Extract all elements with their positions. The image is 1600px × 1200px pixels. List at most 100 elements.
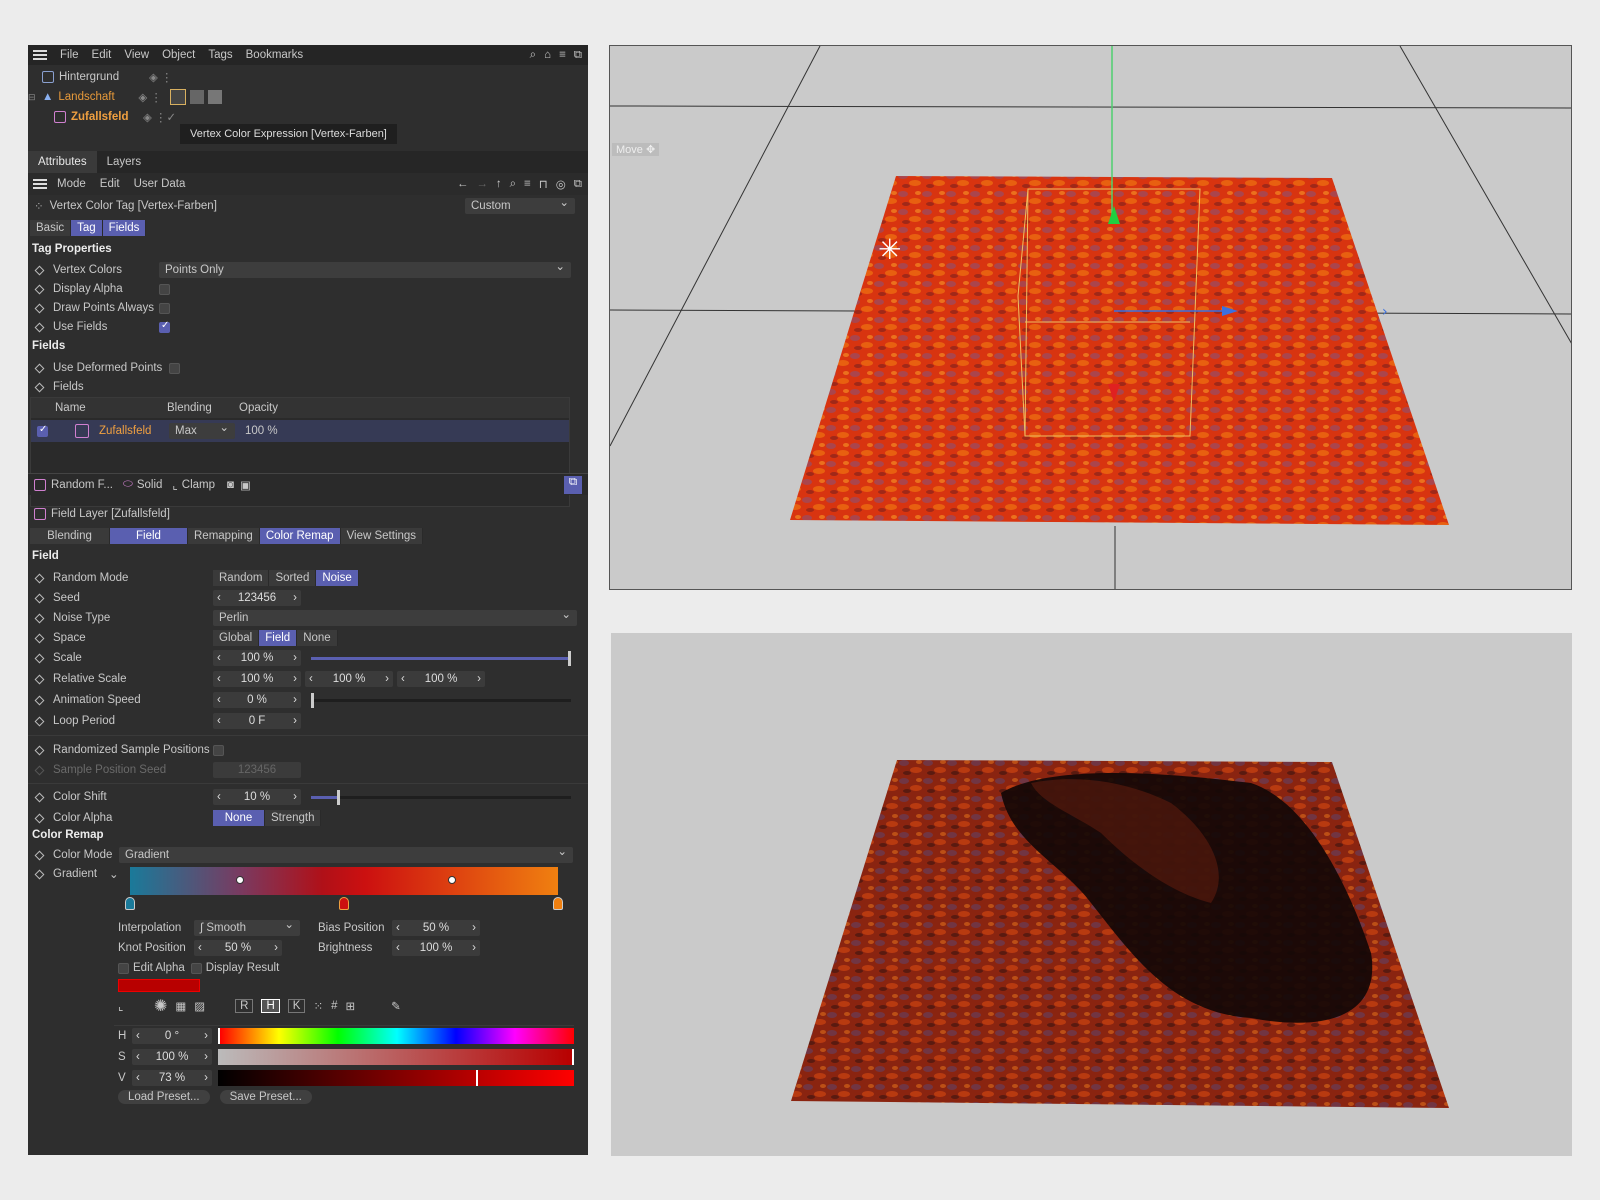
color-wheel-icon[interactable]: ✺ <box>154 996 167 1016</box>
hex-icon[interactable]: # <box>331 1000 337 1012</box>
slider-handle[interactable] <box>311 692 314 708</box>
menu-bookmarks[interactable]: Bookmarks <box>246 49 304 61</box>
keyframe-diamond-icon[interactable] <box>34 869 45 879</box>
kelvin-mode-button[interactable]: K <box>287 999 306 1013</box>
display-alpha-checkbox[interactable] <box>159 283 170 295</box>
image-icon[interactable]: ▨ <box>194 999 205 1013</box>
keyframe-diamond-icon[interactable] <box>34 284 45 294</box>
seed-input[interactable]: ‹ 123456 › <box>213 590 301 606</box>
blending-select[interactable]: Max <box>169 420 235 439</box>
tab-field[interactable]: Field <box>110 528 188 544</box>
eyedropper-icon[interactable]: ✎ <box>391 999 401 1013</box>
collapse-icon[interactable]: ⊟ <box>28 92 42 103</box>
tab-blending[interactable]: Blending <box>30 528 110 544</box>
keyframe-diamond-icon[interactable] <box>34 674 45 684</box>
viewport-editor[interactable]: › ✳ Move ✥ <box>609 45 1572 590</box>
preset-select[interactable]: Custom <box>465 195 575 214</box>
swatch-grid-icon[interactable]: ⁙ <box>313 999 323 1013</box>
saturation-input[interactable]: ‹ 100 % › <box>132 1049 212 1065</box>
edit-alpha-checkbox[interactable] <box>118 962 129 974</box>
layer-dots-icon[interactable]: ◈ ⋮ <box>149 70 173 84</box>
hue-slider[interactable] <box>218 1028 574 1044</box>
rel-scale-z[interactable]: ‹ 100 % › <box>397 671 485 687</box>
object-row-hintergrund[interactable]: Hintergrund ◈ ⋮ <box>28 67 588 87</box>
mode-noise[interactable]: Noise <box>316 570 359 586</box>
mode-sorted[interactable]: Sorted <box>269 570 317 586</box>
bias-input[interactable]: ‹ 50 % › <box>392 920 480 936</box>
keyframe-diamond-icon[interactable] <box>34 303 45 313</box>
gradient-knot-orange[interactable] <box>553 897 563 910</box>
bias-knot[interactable] <box>448 876 456 884</box>
home-icon[interactable]: ⌂ <box>544 49 551 61</box>
knot-input[interactable]: ‹ 50 % › <box>194 940 282 956</box>
slider-handle[interactable] <box>337 789 340 805</box>
field-name[interactable]: Zufallsfeld <box>99 425 151 437</box>
keyframe-diamond-icon[interactable] <box>34 792 45 802</box>
vertex-color-tag-icon[interactable] <box>169 89 186 105</box>
tab-remapping[interactable]: Remapping <box>188 528 260 544</box>
tab-basic[interactable]: Basic <box>30 220 72 236</box>
color-shift-input[interactable]: ‹ 10 % › <box>213 789 301 805</box>
layer-enable-checkbox[interactable] <box>37 424 48 437</box>
tab-layers[interactable]: Layers <box>97 151 152 173</box>
scale-slider[interactable] <box>311 650 571 666</box>
layer-dots-icon[interactable]: ◈ ⋮ <box>138 90 162 104</box>
mode-random[interactable]: Random <box>213 570 270 586</box>
menu-user-data[interactable]: User Data <box>134 178 186 190</box>
space-none[interactable]: None <box>297 630 338 646</box>
target-icon[interactable]: ◎ <box>556 177 566 191</box>
color-mode-select[interactable]: Gradient <box>119 844 573 863</box>
tab-fields[interactable]: Fields <box>102 220 147 236</box>
keyframe-diamond-icon[interactable] <box>34 382 45 392</box>
filter-icon[interactable]: ≡ <box>524 178 531 190</box>
search-icon[interactable]: ⌕ <box>510 178 516 191</box>
gradient-knot-red[interactable] <box>339 897 349 910</box>
move-tool-label[interactable]: Move ✥ <box>612 143 660 156</box>
object-name[interactable]: Landschaft <box>58 91 138 103</box>
search-icon[interactable]: ⌕ <box>530 49 536 62</box>
hsv-mode-button[interactable]: H <box>261 999 280 1013</box>
slider-handle[interactable] <box>476 1070 478 1086</box>
draw-points-checkbox[interactable] <box>159 302 170 314</box>
menu-view[interactable]: View <box>124 49 149 61</box>
load-preset-button[interactable]: Load Preset... <box>118 1090 210 1104</box>
folder-add-icon[interactable]: ▣ <box>240 478 251 492</box>
menu-object[interactable]: Object <box>162 49 195 61</box>
noise-type-select[interactable]: Perlin <box>213 607 577 626</box>
menu-tags[interactable]: Tags <box>208 49 232 61</box>
layer-dots-icon[interactable]: ◈ ⋮✓ <box>143 110 176 124</box>
keyframe-diamond-icon[interactable] <box>34 745 45 755</box>
attributes-menu-icon[interactable] <box>33 179 47 189</box>
landscape-mesh[interactable] <box>790 176 1449 525</box>
light-icon[interactable]: ✳ <box>878 233 901 266</box>
space-global[interactable]: Global <box>213 630 260 646</box>
keyframe-diamond-icon[interactable] <box>34 653 45 663</box>
opacity-value[interactable]: 100 % <box>245 425 278 437</box>
tab-tag[interactable]: Tag <box>71 220 103 236</box>
add-clamp-button[interactable]: Clamp <box>182 479 215 491</box>
scale-input[interactable]: ‹ 100 % › <box>213 650 301 666</box>
menu-edit[interactable]: Edit <box>92 49 112 61</box>
keyframe-diamond-icon[interactable] <box>34 573 45 583</box>
field-list-row[interactable]: Zufallsfeld Max 100 % <box>31 420 569 442</box>
menu-mode[interactable]: Mode <box>57 178 86 190</box>
tab-view-settings[interactable]: View Settings <box>340 528 424 544</box>
gradient-bar[interactable] <box>130 867 558 895</box>
add-solid-button[interactable]: Solid <box>137 479 163 491</box>
value-input[interactable]: ‹ 73 % › <box>132 1070 212 1086</box>
rel-scale-x[interactable]: ‹ 100 % › <box>213 671 301 687</box>
viewport-render[interactable] <box>611 633 1572 1156</box>
layer-settings-icon[interactable]: ⧉ <box>564 475 582 494</box>
alpha-none[interactable]: None <box>213 810 265 826</box>
keyframe-diamond-icon[interactable] <box>34 613 45 623</box>
tab-color-remap[interactable]: Color Remap <box>259 528 341 544</box>
keyframe-diamond-icon[interactable] <box>34 265 45 275</box>
use-deformed-checkbox[interactable] <box>169 362 180 374</box>
display-result-checkbox[interactable] <box>190 962 202 974</box>
up-arrow-icon[interactable]: ↑ <box>496 178 502 190</box>
add-random-field-button[interactable]: Random F... <box>51 479 113 491</box>
keyframe-diamond-icon[interactable] <box>34 322 45 332</box>
keyframe-diamond-icon[interactable] <box>34 695 45 705</box>
space-field[interactable]: Field <box>259 630 298 646</box>
forward-arrow-icon[interactable]: → <box>476 178 488 190</box>
